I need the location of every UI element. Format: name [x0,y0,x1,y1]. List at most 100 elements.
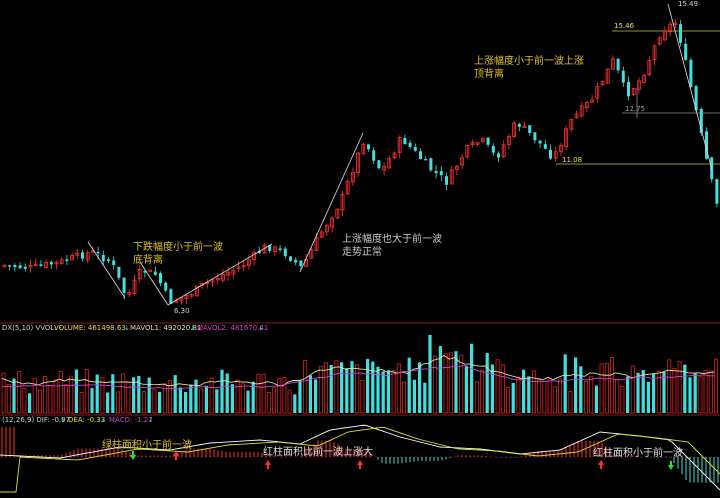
volume-bar [314,379,318,413]
volume-bar [366,358,370,413]
volume-bar [589,376,594,414]
volume-bar [371,361,375,413]
volume-bar [646,381,650,413]
volume-bar [542,380,547,414]
candle-body [65,259,69,262]
volume-bar [303,360,308,414]
volume-bar [563,354,567,413]
annotation-green-area: 绿柱面积小于前一波 [102,438,192,451]
volume-bar [610,356,615,414]
volume-bar [194,379,198,413]
volume-bar [672,368,677,414]
volume-bar [106,392,110,413]
candle-body [18,265,22,269]
volume-bar [698,376,703,414]
volume-bar [688,377,692,413]
volume-bar [298,379,302,413]
volume-bar [261,373,266,414]
up-arrow-icon [598,460,604,469]
volume-bar [636,372,640,413]
annotation-normal-trend-line1: 上涨幅度也大于前一波 [342,232,442,245]
candle-body [101,254,105,262]
up-arrow-icon [265,460,271,469]
trend-line [667,3,713,171]
volume-bar [12,378,16,413]
volume-bar [641,370,645,413]
volume-bar [184,391,188,413]
volume-bar [64,384,69,414]
price-label-low: 6.30 [174,307,190,315]
volume-bar [652,373,656,413]
volume-bar [604,362,609,414]
candle-body [159,273,162,284]
volume-bar [48,385,53,414]
volume-bar [293,394,297,413]
candle-body [377,160,381,169]
volume-header-arrow-3: ↓ [258,324,264,332]
volume-bar [178,387,182,413]
volume-bar [246,390,250,413]
volume-header-volume: VOLUME: 461498.63 [54,324,126,332]
volume-bar [558,378,563,414]
price-label-level-3: 11.08 [562,156,582,164]
volume-bar [438,346,442,413]
volume-bar [693,373,697,413]
volume-bar [189,384,193,413]
annotation-top-divergence-line1: 上涨幅度小于前一波上涨 [474,54,584,67]
volume-bar [579,366,583,413]
volume-bar [271,387,276,414]
volume-bar [511,382,515,413]
volume-bar [459,354,464,414]
candle-body [486,137,490,145]
volume-bar [235,379,240,414]
candle-body [278,248,282,250]
volume-bar [381,371,385,413]
volume-bar [479,369,484,414]
candle-body [429,158,433,171]
volume-bar [6,384,11,414]
macd-header-arrow-2: ↓ [101,416,107,424]
volume-bar [256,373,261,414]
volume-bar [626,376,630,413]
candle-body [153,271,157,275]
volume-bar [474,381,479,414]
candle-body [497,153,500,158]
volume-bar [334,360,339,414]
volume-bar [527,376,531,413]
candle-body [367,144,370,150]
volume-bar [58,371,63,414]
price-label-level-2: 12.75 [625,105,645,113]
volume-bar [547,378,552,414]
volume-bar [225,373,229,413]
volume-bar [433,355,438,414]
candle-body [294,259,298,263]
candle-body [439,171,443,176]
volume-bar [532,370,537,414]
volume-bar [158,391,162,413]
volume-bar [376,366,380,413]
volume-bar [677,361,682,414]
up-arrow-icon [357,460,363,469]
volume-bar [90,388,94,413]
volume-bar [152,389,157,414]
volume-bar [401,381,406,414]
volume-bar [38,389,43,414]
candle-body [621,70,625,83]
volume-bar [329,365,333,413]
volume-bar [386,370,390,413]
volume-bar [345,368,349,413]
volume-header-arrow-2: ↓ [190,324,196,332]
candle-body [689,59,693,88]
candle-body [533,132,537,141]
down-arrow-icon [130,451,136,460]
volume-bar [714,358,719,414]
candle-body [684,43,688,61]
candle-body [299,260,303,267]
annotation-normal-trend-line2: 走势正常 [342,245,382,258]
volume-bar [630,365,635,414]
volume-bar [620,385,625,414]
volume-bar [318,365,323,414]
trend-line [167,243,273,306]
annotation-red-area-larger: 红柱面积比前一波上涨大 [263,445,373,458]
volume-bar [412,379,416,413]
